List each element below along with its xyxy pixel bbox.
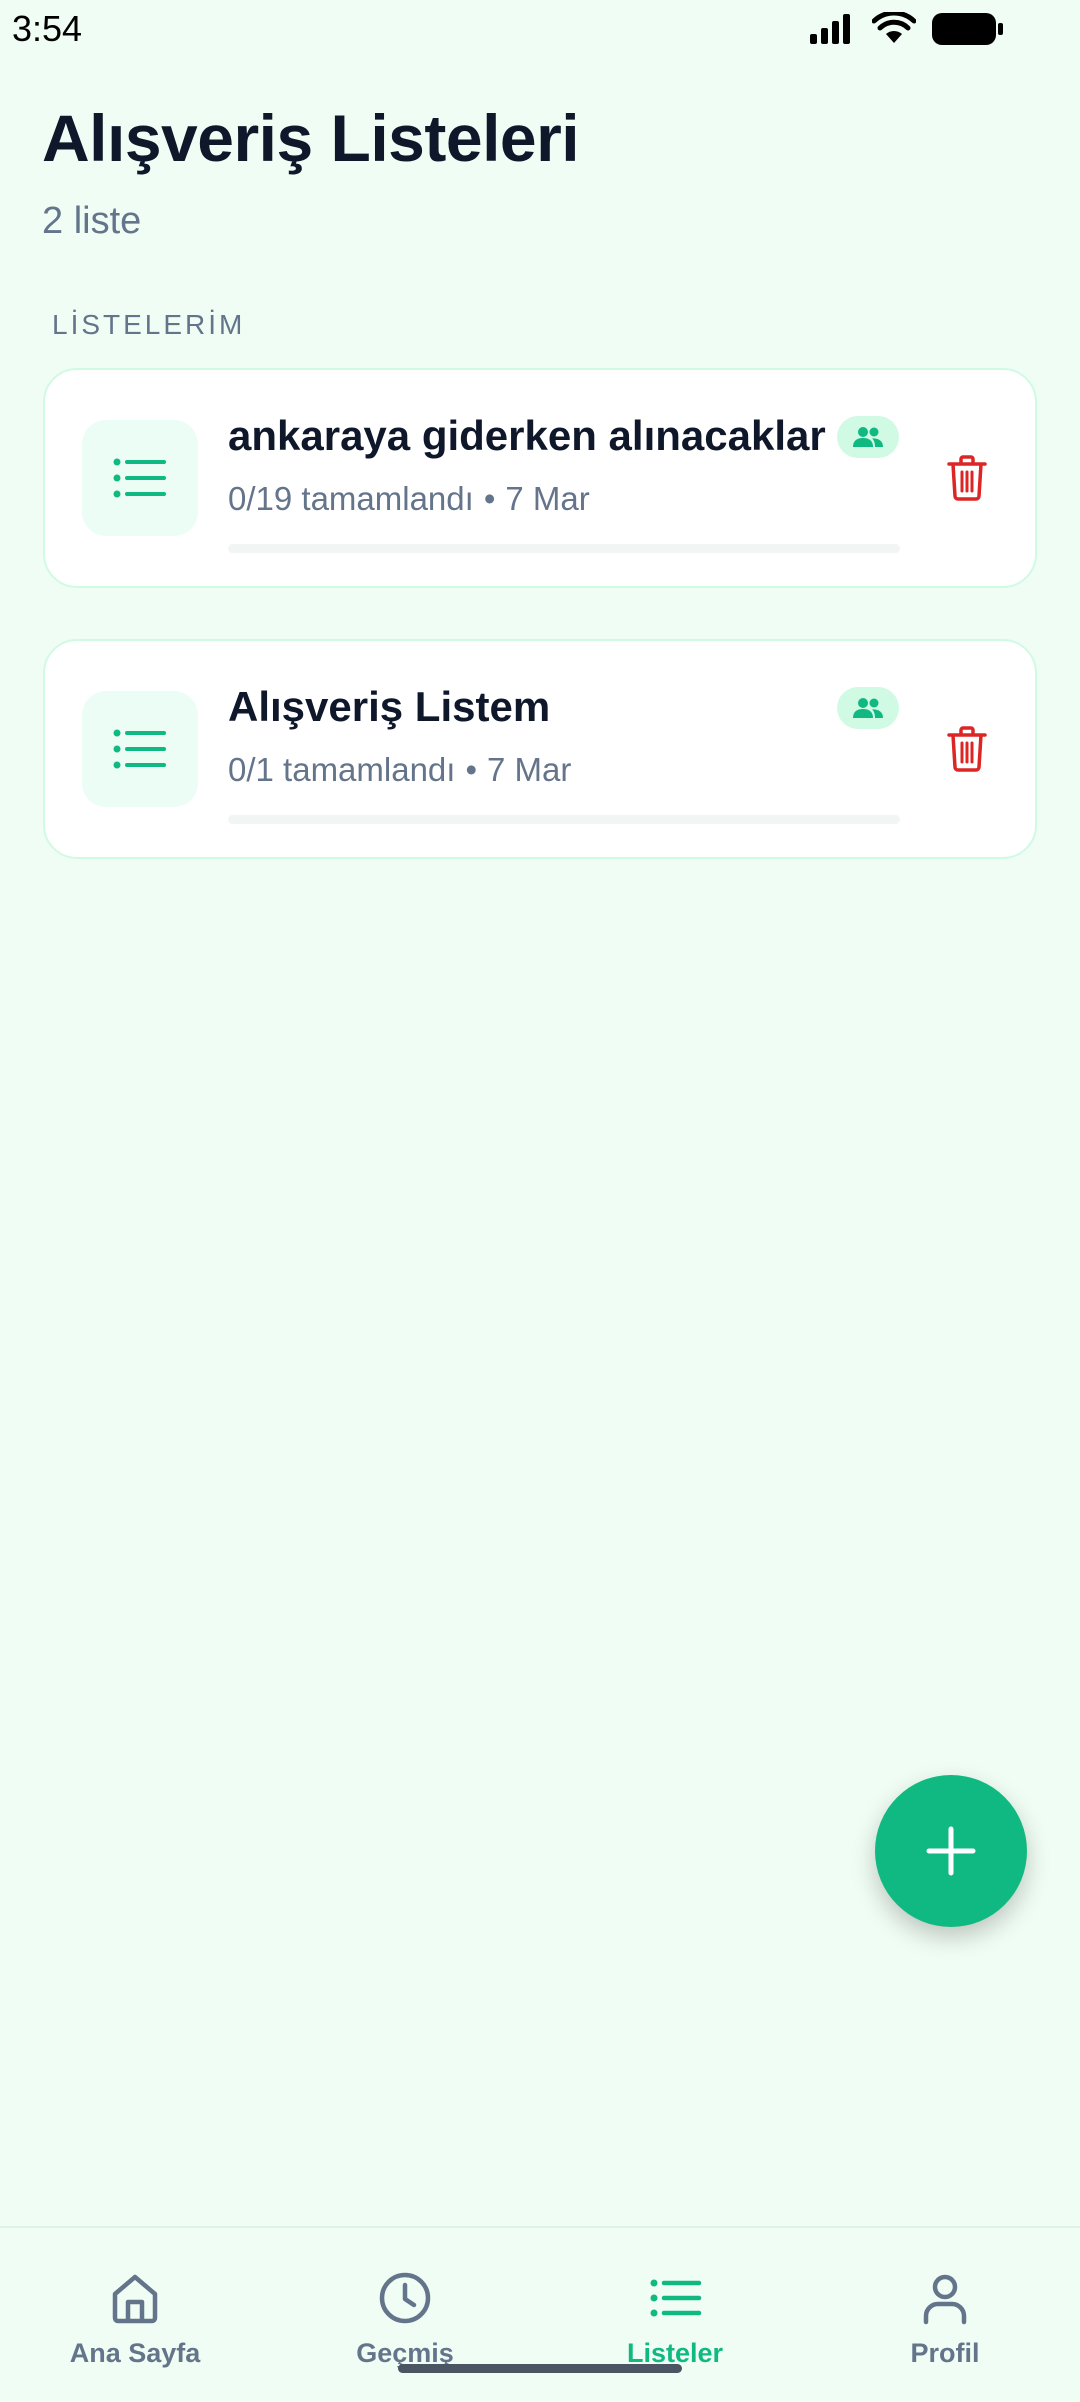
progress-text: 0/1 tamamlandı — [228, 751, 456, 788]
home-indicator — [398, 2364, 682, 2373]
bottom-nav: Ana Sayfa Geçmiş Listeler Profil — [0, 2226, 1080, 2400]
list-card[interactable]: ankaraya giderken alınacaklar 0/19 tamam… — [43, 368, 1037, 588]
battery-icon — [932, 13, 1003, 45]
list-icon — [113, 458, 166, 498]
list-thumbnail — [82, 691, 198, 807]
list-count: 2 liste — [42, 200, 142, 242]
list-title: Alışveriş Listem — [228, 683, 551, 730]
list-date: 7 Mar — [487, 751, 572, 788]
list-meta: 0/19 tamamlandı • 7 Mar — [228, 480, 590, 518]
home-icon — [112, 2274, 158, 2324]
list-thumbnail — [82, 420, 198, 536]
clock-icon — [379, 2272, 431, 2324]
section-label: LİSTELERİM — [52, 309, 246, 340]
wifi-icon — [872, 12, 916, 43]
page-title: Alışveriş Listeleri — [42, 101, 580, 175]
user-icon — [923, 2274, 967, 2325]
nav-item-home[interactable]: Ana Sayfa — [0, 2228, 270, 2402]
signal-icon — [810, 14, 850, 44]
separator-dot: • — [483, 480, 496, 517]
trash-icon — [947, 455, 987, 501]
list-card[interactable]: Alışveriş Listem 0/1 tamamlandı • 7 Mar — [43, 639, 1037, 859]
shared-badge — [837, 416, 899, 458]
add-list-button[interactable] — [875, 1775, 1027, 1927]
nav-item-history[interactable]: Geçmiş — [270, 2228, 540, 2402]
list-meta: 0/1 tamamlandı • 7 Mar — [228, 751, 571, 789]
people-icon — [853, 698, 883, 718]
delete-button[interactable] — [937, 448, 997, 508]
progress-text: 0/19 tamamlandı — [228, 480, 474, 517]
status-bar: 3:54 — [0, 0, 1080, 62]
nav-label: Ana Sayfa — [69, 2338, 201, 2368]
nav-item-lists[interactable]: Listeler — [540, 2228, 810, 2402]
status-time: 3:54 — [12, 8, 83, 49]
people-icon — [853, 427, 883, 447]
trash-icon — [947, 726, 987, 772]
progress-bar — [228, 544, 900, 553]
status-icons — [808, 12, 1004, 46]
separator-dot: • — [465, 751, 478, 788]
nav-label: Profil — [910, 2338, 980, 2368]
shared-badge — [837, 687, 899, 729]
list-title: ankaraya giderken alınacaklar — [228, 412, 826, 459]
delete-button[interactable] — [937, 719, 997, 779]
nav-item-profile[interactable]: Profil — [810, 2228, 1080, 2402]
plus-icon — [926, 1826, 976, 1876]
list-icon — [650, 2279, 702, 2317]
list-icon — [113, 729, 166, 769]
progress-bar — [228, 815, 900, 824]
list-date: 7 Mar — [505, 480, 590, 517]
